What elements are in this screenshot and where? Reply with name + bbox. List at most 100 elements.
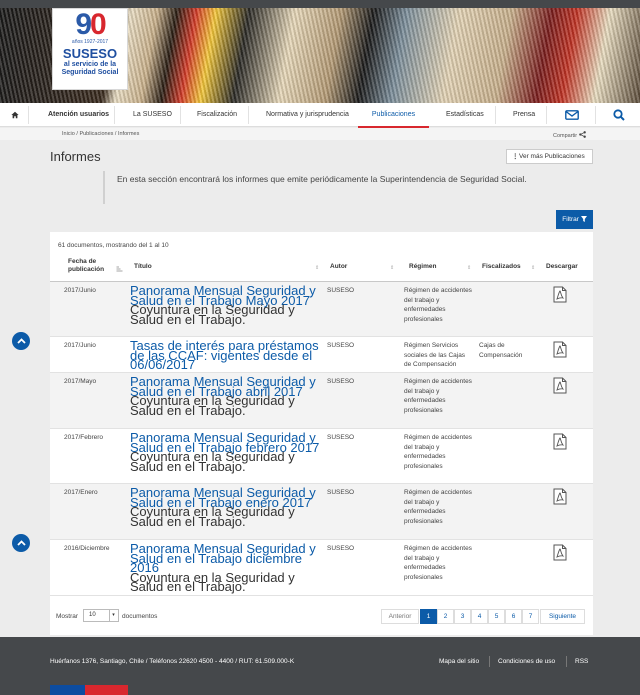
logo-tagline-2: Seguridad Social — [61, 69, 119, 76]
nav-item-atencion-usuarios[interactable]: Atención usuarios — [48, 103, 109, 127]
cell-autor: SUSESO — [327, 545, 355, 552]
pdf-download-icon[interactable] — [553, 341, 567, 358]
nav-item-normativa[interactable]: Normativa y jurisprudencia — [266, 103, 349, 127]
table-row: 2017/Febrero Panorama Mensual Seguridad y… — [50, 429, 593, 484]
pdf-download-icon[interactable] — [553, 488, 567, 505]
pagination-page[interactable]: 7 — [522, 609, 539, 624]
table-row: 2016/Diciembre Panorama Mensual Seguridad… — [50, 540, 593, 596]
breadcrumb-inicio[interactable]: Inicio — [62, 131, 75, 137]
table-row: 2017/Enero Panorama Mensual Seguridad y S… — [50, 484, 593, 540]
cell-titulo: Panorama Mensual Seguridad y Salud en el… — [130, 486, 320, 529]
cell-regimen: Régimen de accidentes del trabajo y enfe… — [404, 489, 472, 525]
sort-icon[interactable]: ⇕ — [390, 265, 394, 271]
footer-link-conditions[interactable]: Condiciones de uso — [498, 658, 555, 665]
intro-text: En esta sección encontrará los informes … — [103, 171, 533, 204]
sort-icon[interactable]: ⇕ — [315, 265, 319, 271]
chevron-up-icon[interactable] — [12, 534, 30, 552]
logo-years-label: años — [71, 39, 83, 45]
sort-desc-icon[interactable] — [116, 266, 123, 275]
column-header-fiscalizados[interactable]: Fiscalizados — [482, 263, 521, 271]
documents-count: 61 documentos, mostrando del 1 al 10 — [58, 242, 169, 249]
cell-titulo: Tasas de interés para préstamos de las C… — [130, 338, 320, 372]
show-suffix: documentos — [122, 613, 158, 620]
pagination-page[interactable]: 6 — [505, 609, 522, 624]
document-subtitle: Coyuntura en la Seguridad y Salud en el … — [130, 449, 295, 474]
document-subtitle: Coyuntura en la Seguridad y Salud en el … — [130, 302, 295, 327]
show-label: Mostrar — [56, 613, 79, 620]
logo-nine: 9 — [75, 8, 92, 41]
table-row: 2017/Junio Tasas de interés para préstamo… — [50, 337, 593, 373]
chevron-up-icon[interactable] — [12, 332, 30, 350]
filter-button[interactable]: Filtrar — [556, 210, 593, 229]
column-header-descargar: Descargar — [546, 263, 578, 270]
more-publications-button[interactable]: ⋮ Ver más Publicaciones — [506, 149, 593, 164]
nav-item-la-suseso[interactable]: La SUSESO — [133, 103, 172, 127]
document-title-link[interactable]: Tasas de interés para préstamos de las C… — [130, 338, 319, 372]
footer-link-sitemap[interactable]: Mapa del sitio — [439, 658, 479, 665]
logo-zero: 0 — [90, 8, 107, 41]
site-footer: Huérfanos 1376, Santiago, Chile / Teléfo… — [0, 637, 640, 695]
pagination-page[interactable]: 1 — [420, 609, 437, 624]
more-publications-label: Ver más Publicaciones — [519, 153, 585, 160]
column-header-autor[interactable]: Autor — [330, 263, 347, 271]
mail-icon[interactable] — [565, 103, 579, 127]
pagination-next[interactable]: Siguiente — [540, 609, 585, 624]
page-size-select[interactable]: 10 ▾ — [83, 609, 119, 622]
pagination-page[interactable]: 5 — [488, 609, 505, 624]
nav-item-fiscalizacion[interactable]: Fiscalización — [197, 103, 237, 127]
vertical-dots-icon: ⋮ — [512, 153, 519, 160]
sort-icon[interactable]: ⇕ — [467, 265, 471, 271]
chevron-down-icon: ▾ — [109, 610, 117, 621]
column-header-regimen[interactable]: Régimen — [409, 263, 436, 271]
logo-years-range: 1927-2017 — [84, 39, 109, 45]
pdf-download-icon[interactable] — [553, 286, 567, 303]
home-icon[interactable] — [11, 103, 19, 127]
cell-titulo: Panorama Mensual Seguridad y Salud en el… — [130, 284, 320, 327]
header-banner: 90 años 1927-2017 SUSESO al servicio de … — [0, 8, 640, 103]
footer-link-rss[interactable]: RSS — [575, 658, 588, 665]
cell-regimen: Régimen Servicios sociales de las Cajas … — [404, 342, 466, 368]
cell-autor: SUSESO — [327, 434, 355, 441]
filter-label: Filtrar — [562, 216, 579, 223]
nav-item-publicaciones[interactable]: Publicaciones — [358, 103, 429, 128]
funnel-icon — [580, 216, 587, 222]
cell-fecha: 2016/Diciembre — [64, 545, 110, 552]
cell-fecha: 2017/Junio — [64, 342, 96, 349]
sort-icon[interactable]: ⇕ — [531, 265, 535, 271]
suseso-logo[interactable]: 90 años 1927-2017 SUSESO al servicio de … — [52, 8, 128, 90]
breadcrumb: Inicio / Publicaciones / Informes Compar… — [0, 128, 640, 140]
cell-autor: SUSESO — [327, 489, 355, 496]
search-icon[interactable] — [613, 103, 625, 127]
main-content: Informes ⋮ Ver más Publicaciones En esta… — [0, 140, 640, 637]
share-button[interactable]: Compartir — [553, 131, 586, 139]
pdf-download-icon[interactable] — [553, 544, 567, 561]
column-header-titulo[interactable]: Título — [134, 263, 152, 271]
pagination-page[interactable]: 4 — [471, 609, 488, 624]
cell-regimen: Régimen de accidentes del trabajo y enfe… — [404, 545, 472, 581]
cell-fecha: 2017/Enero — [64, 489, 98, 496]
nav-item-estadisticas[interactable]: Estadísticas — [446, 103, 484, 127]
cell-regimen: Régimen de accidentes del trabajo y enfe… — [404, 378, 472, 414]
cell-autor: SUSESO — [327, 287, 355, 294]
gov-flag-bar — [50, 685, 128, 695]
pagination-prev[interactable]: Anterior — [381, 609, 419, 624]
fecha-header-line-1: Fecha de — [68, 258, 97, 265]
breadcrumb-publicaciones[interactable]: Publicaciones — [79, 131, 113, 137]
cell-autor: SUSESO — [327, 342, 355, 349]
table-row: 2017/Mayo Panorama Mensual Seguridad y Sa… — [50, 373, 593, 429]
cell-fecha: 2017/Junio — [64, 287, 96, 294]
pagination-page[interactable]: 2 — [437, 609, 454, 624]
document-subtitle: Coyuntura en la Seguridad y Salud en el … — [130, 504, 295, 529]
main-nav: Atención usuarios La SUSESO Fiscalizació… — [0, 103, 640, 128]
logo-brand: SUSESO — [62, 46, 118, 61]
cell-titulo: Panorama Mensual Seguridad y Salud en el… — [130, 431, 320, 474]
pdf-download-icon[interactable] — [553, 433, 567, 450]
cell-fecha: 2017/Mayo — [64, 378, 97, 385]
pagination-page[interactable]: 3 — [454, 609, 471, 624]
page-title: Informes — [50, 149, 101, 164]
pdf-download-icon[interactable] — [553, 377, 567, 394]
share-label: Compartir — [553, 133, 578, 139]
fecha-header-line-2: publicación — [68, 266, 105, 273]
column-header-fecha[interactable]: Fecha de publicación — [68, 258, 104, 274]
nav-item-prensa[interactable]: Prensa — [513, 103, 535, 127]
